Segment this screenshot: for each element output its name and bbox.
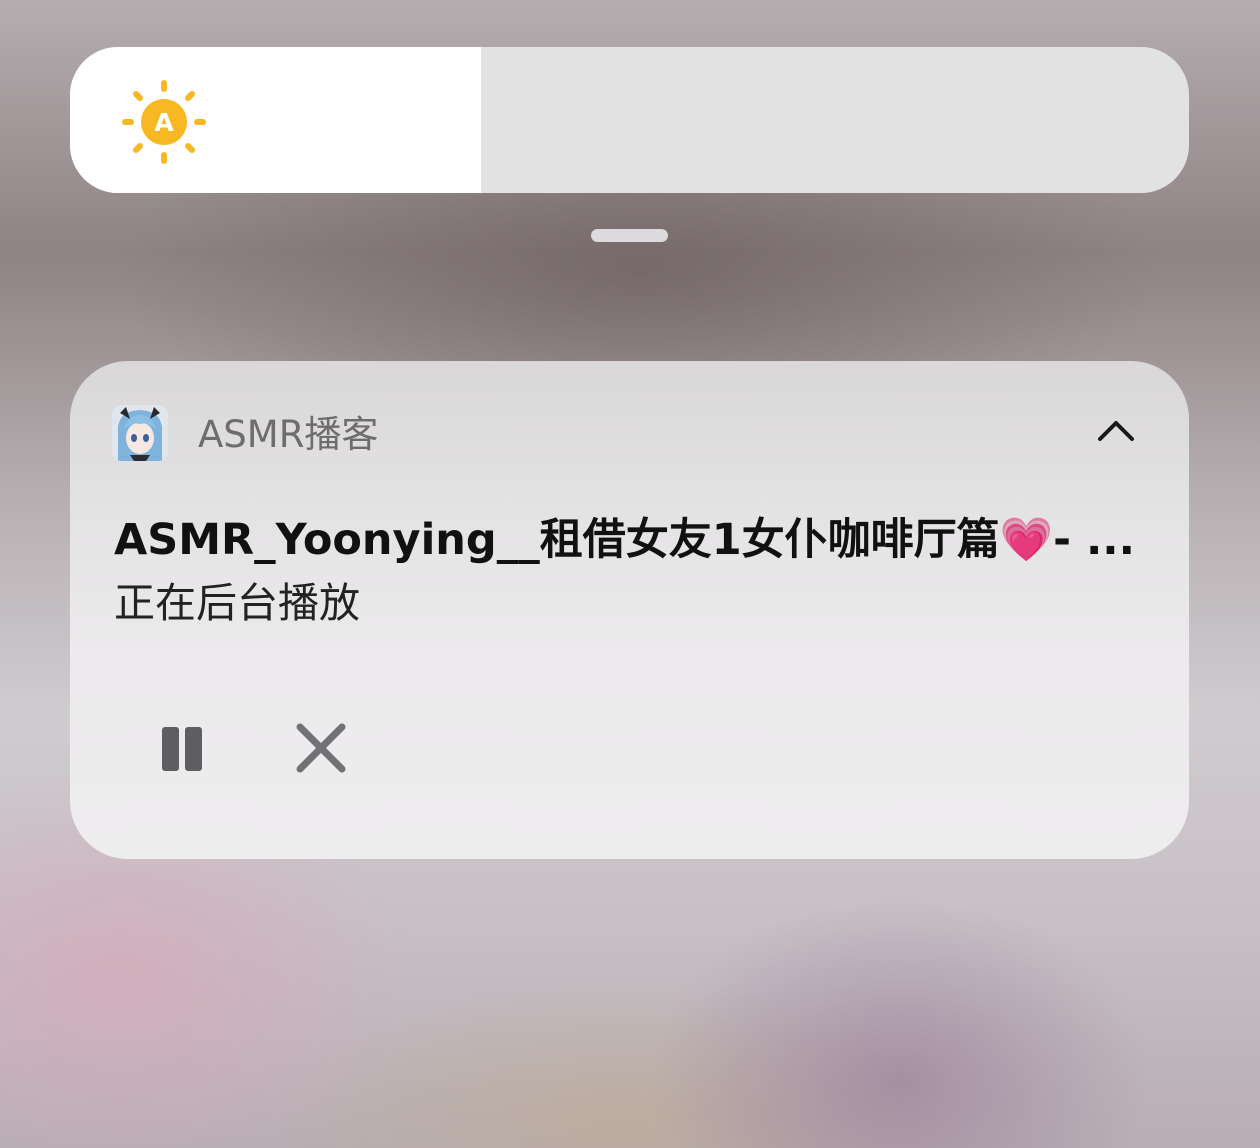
panel-drag-handle[interactable] — [591, 229, 668, 242]
notification-subtitle: 正在后台播放 — [114, 579, 360, 627]
chevron-up-icon[interactable] — [1096, 416, 1136, 444]
notification-title: ASMR_Yoonying__租借女友1女仆咖啡厅篇💗- ... — [114, 515, 1135, 565]
auto-brightness-sun-icon: A — [122, 80, 206, 164]
close-icon[interactable] — [292, 719, 350, 777]
media-notification-card[interactable]: ASMR播客 ASMR_Yoonying__租借女友1女仆咖啡厅篇💗- ... … — [70, 361, 1189, 859]
auto-brightness-letter: A — [154, 108, 174, 137]
pause-icon[interactable] — [154, 721, 210, 777]
anime-avatar-app-icon — [112, 405, 168, 461]
brightness-slider[interactable] — [70, 47, 1189, 193]
app-name: ASMR播客 — [198, 413, 379, 456]
